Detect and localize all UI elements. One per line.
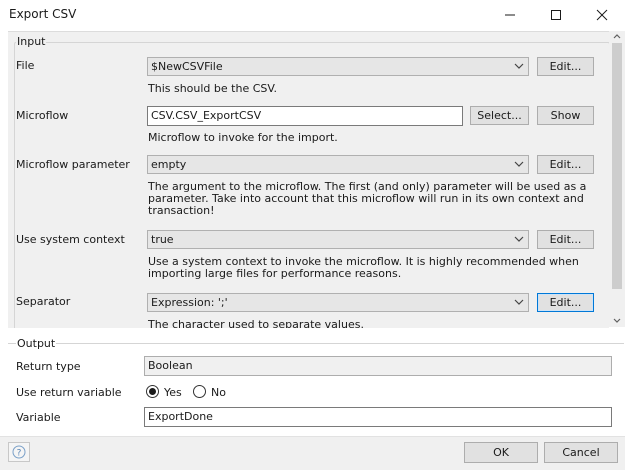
title-bar: Export CSV [0, 0, 625, 30]
close-button[interactable] [579, 0, 625, 30]
return-type-field: Boolean [144, 356, 612, 376]
variable-value: ExportDone [148, 410, 213, 423]
microflow-parameter-edit-button[interactable]: Edit... [537, 155, 594, 174]
file-help: This should be the CSV. [148, 82, 277, 95]
svg-text:?: ? [17, 449, 22, 459]
radio-no-label[interactable]: No [211, 386, 226, 399]
file-value: $NewCSVFile [151, 60, 223, 73]
chevron-down-icon [514, 236, 524, 242]
return-type-label: Return type [16, 360, 81, 373]
use-system-context-combo[interactable]: true [147, 230, 529, 249]
chevron-down-icon [514, 63, 524, 69]
microflow-field[interactable]: CSV.CSV_ExportCSV [147, 106, 463, 126]
cancel-button[interactable]: Cancel [544, 442, 618, 463]
microflow-label: Microflow [16, 109, 69, 122]
radio-selected-dot [149, 388, 156, 395]
output-legend: Output [16, 337, 57, 350]
radio-yes[interactable] [146, 385, 159, 398]
separator-label: Separator [16, 295, 71, 308]
use-system-context-label: Use system context [16, 233, 125, 246]
vertical-scrollbar[interactable] [609, 31, 625, 327]
separator-combo[interactable]: Expression: ';' [147, 293, 529, 312]
minimize-button[interactable] [487, 0, 533, 30]
separator-edit-button[interactable]: Edit... [537, 293, 594, 312]
return-type-value: Boolean [148, 359, 193, 372]
scroll-up-icon[interactable] [613, 33, 621, 39]
microflow-show-button[interactable]: Show [537, 106, 594, 125]
chevron-down-icon [514, 161, 524, 167]
separator-help: The character used to separate values. [148, 318, 364, 329]
microflow-help: Microflow to invoke for the import. [148, 131, 338, 144]
radio-no[interactable] [193, 385, 206, 398]
close-icon [596, 9, 608, 21]
minimize-icon [505, 14, 515, 16]
help-button[interactable]: ? [8, 442, 30, 462]
microflow-value: CSV.CSV_ExportCSV [151, 109, 262, 122]
maximize-icon [551, 10, 561, 20]
microflow-parameter-value: empty [151, 158, 187, 171]
file-combo[interactable]: $NewCSVFile [147, 57, 529, 76]
variable-field[interactable]: ExportDone [144, 407, 612, 427]
chevron-down-icon [514, 299, 524, 305]
microflow-parameter-help: The argument to the microflow. The first… [148, 180, 587, 217]
question-mark-icon: ? [12, 445, 26, 459]
separator-value: Expression: ';' [151, 296, 228, 309]
input-legend: Input [16, 35, 47, 48]
scroll-down-icon[interactable] [613, 318, 621, 324]
microflow-parameter-label: Microflow parameter [16, 158, 130, 171]
microflow-parameter-combo[interactable]: empty [147, 155, 529, 174]
file-edit-button[interactable]: Edit... [537, 57, 594, 76]
maximize-button[interactable] [533, 0, 579, 30]
use-return-variable-label: Use return variable [16, 386, 122, 399]
use-system-context-help: Use a system context to invoke the micro… [148, 255, 579, 280]
use-system-context-value: true [151, 233, 174, 246]
microflow-select-button[interactable]: Select... [470, 106, 529, 125]
use-system-context-edit-button[interactable]: Edit... [537, 230, 594, 249]
window-title: Export CSV [9, 7, 77, 21]
scrollbar-thumb[interactable] [612, 43, 622, 289]
variable-label: Variable [16, 411, 61, 424]
radio-yes-label[interactable]: Yes [164, 386, 182, 399]
file-label: File [16, 59, 35, 72]
input-scroll-panel[interactable]: Input File $NewCSVFile Edit... This shou… [8, 31, 609, 328]
ok-button[interactable]: OK [464, 442, 538, 463]
